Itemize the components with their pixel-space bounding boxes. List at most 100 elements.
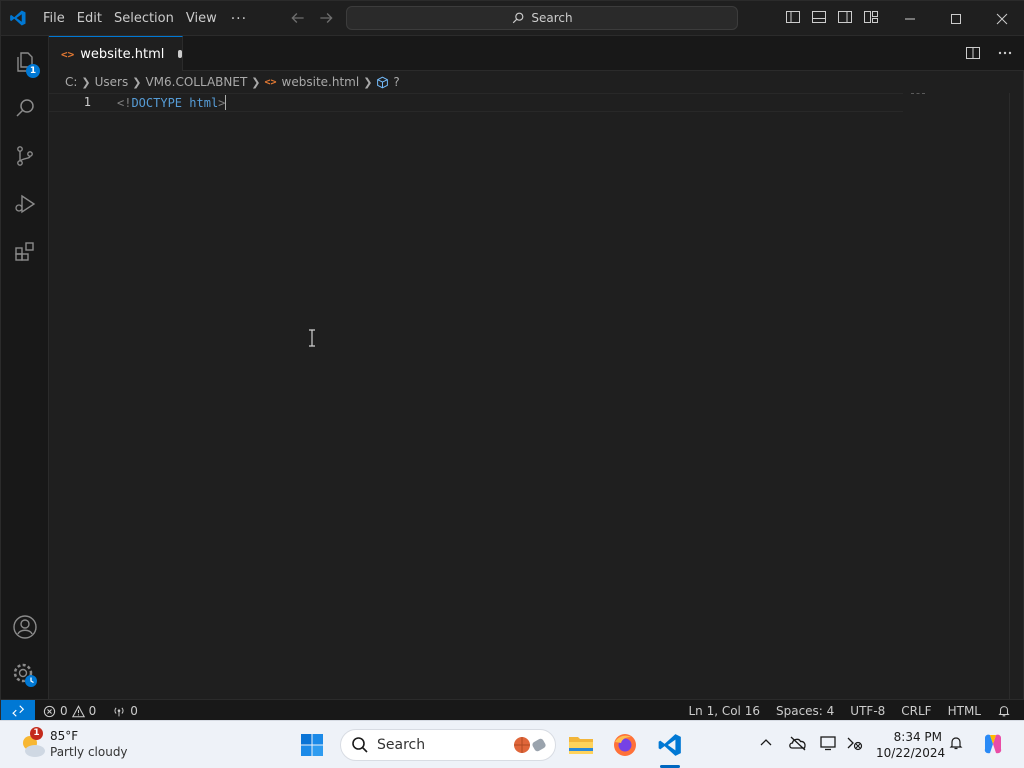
- chevron-up-icon: [760, 739, 772, 746]
- symbol-cube-icon: [377, 76, 389, 88]
- folder-icon: [569, 737, 593, 754]
- language-mode[interactable]: HTML: [948, 704, 981, 718]
- indentation[interactable]: Spaces: 4: [776, 704, 834, 718]
- toggle-secondary-sidebar-icon[interactable]: [837, 9, 853, 25]
- search-highlight-icon: [514, 737, 546, 753]
- extensions-icon: [15, 242, 34, 261]
- chevron-right-icon: ❯: [251, 75, 261, 89]
- vscode-logo-icon[interactable]: [9, 9, 27, 27]
- breadcrumb-drive[interactable]: C:: [65, 75, 77, 89]
- explorer-badge: 1: [26, 64, 40, 78]
- menu-bar: File Edit Selection View ···: [37, 1, 255, 36]
- warning-icon: [71, 704, 85, 717]
- end-of-line[interactable]: CRLF: [901, 704, 931, 718]
- more-actions-icon[interactable]: [997, 45, 1013, 61]
- code-content[interactable]: <!DOCTYPE html>: [117, 95, 227, 110]
- editor-tabs: <> website.html: [49, 36, 1024, 71]
- activity-explorer[interactable]: 1: [1, 38, 49, 86]
- code-token-doctype: DOCTYPE: [131, 96, 183, 110]
- back-arrow-icon[interactable]: [289, 9, 307, 27]
- taskbar-vscode[interactable]: [654, 729, 686, 761]
- minimap[interactable]: [911, 93, 925, 95]
- tray-display[interactable]: [819, 733, 839, 753]
- error-icon: [43, 705, 56, 717]
- tray-onedrive[interactable]: [788, 733, 808, 753]
- code-editor[interactable]: 1 <!DOCTYPE html>: [49, 93, 1011, 699]
- minimize-icon: [905, 18, 915, 19]
- clock-time: 8:34 PM: [893, 730, 942, 744]
- windows-start-icon[interactable]: [300, 733, 324, 757]
- activity-extensions[interactable]: [1, 228, 49, 276]
- menu-edit[interactable]: Edit: [71, 1, 108, 36]
- show-hidden-icons[interactable]: [756, 733, 776, 753]
- html-file-icon: <>: [264, 76, 277, 88]
- cursor-position[interactable]: Ln 1, Col 16: [688, 704, 760, 718]
- windows-taskbar: 1 85°F Partly cloudy Search 8:34 PM 10/2…: [0, 720, 1024, 768]
- editor-actions: [965, 45, 1013, 61]
- close-icon: [996, 13, 1008, 24]
- firefox-icon: [614, 734, 636, 756]
- system-clock[interactable]: 8:34 PM 10/22/2024: [876, 729, 945, 761]
- search-icon: [513, 12, 524, 24]
- taskbar-search[interactable]: Search: [340, 729, 556, 761]
- breadcrumb-symbol[interactable]: ?: [393, 75, 399, 89]
- close-button[interactable]: [979, 1, 1024, 36]
- code-line[interactable]: 1 <!DOCTYPE html>: [49, 93, 903, 112]
- command-center-search[interactable]: Search: [346, 6, 738, 30]
- encoding[interactable]: UTF-8: [850, 704, 885, 718]
- chevron-right-icon: ❯: [132, 75, 142, 89]
- menu-view[interactable]: View: [180, 1, 223, 36]
- minimize-button[interactable]: [887, 1, 933, 36]
- toggle-panel-icon[interactable]: [811, 9, 827, 25]
- tab-website-html[interactable]: <> website.html: [49, 36, 183, 71]
- toggle-primary-sidebar-icon[interactable]: [785, 9, 801, 25]
- menu-more-button[interactable]: ···: [223, 11, 255, 27]
- maximize-icon: [951, 13, 961, 24]
- vscode-icon: [658, 734, 681, 756]
- ports-broadcast-icon: [114, 706, 124, 716]
- html-file-icon: <>: [61, 47, 75, 61]
- error-count: 0: [60, 704, 68, 718]
- search-icon: [16, 99, 34, 117]
- text-cursor-ibeam-icon: [309, 329, 315, 347]
- source-control-icon: [17, 146, 33, 166]
- breadcrumb-file[interactable]: website.html: [282, 75, 360, 89]
- vertical-scrollbar[interactable]: [1009, 93, 1023, 699]
- problems-indicator[interactable]: 0 0 0: [43, 700, 138, 722]
- customize-layout-icon[interactable]: [863, 9, 879, 25]
- menu-selection[interactable]: Selection: [108, 1, 180, 36]
- breadcrumb-folder[interactable]: VM6.COLLABNET: [145, 75, 247, 89]
- taskbar-search-label: Search: [377, 737, 426, 753]
- line-number: 1: [83, 95, 91, 109]
- forward-arrow-icon[interactable]: [317, 9, 335, 27]
- layout-controls: [785, 9, 879, 25]
- title-bar: File Edit Selection View ··· Search: [1, 1, 1024, 36]
- warning-count: 0: [88, 704, 97, 718]
- copilot-icon: [984, 734, 1002, 754]
- unsaved-dot-icon[interactable]: [178, 50, 182, 58]
- split-editor-icon[interactable]: [965, 45, 981, 61]
- taskbar-firefox[interactable]: [609, 729, 641, 761]
- navigation-arrows: [289, 9, 335, 27]
- vscode-window: File Edit Selection View ··· Search 1 <>…: [0, 0, 1024, 722]
- activity-run-debug[interactable]: [1, 180, 49, 228]
- bell-icon[interactable]: [997, 704, 1011, 718]
- maximize-button[interactable]: [933, 1, 979, 36]
- gear-icon: [13, 663, 37, 687]
- activity-accounts[interactable]: [1, 603, 49, 651]
- activity-source-control[interactable]: [1, 132, 49, 180]
- activity-manage[interactable]: [1, 651, 49, 699]
- tray-copilot[interactable]: [980, 731, 1006, 757]
- remote-indicator[interactable]: [1, 700, 35, 722]
- taskbar-file-explorer[interactable]: [565, 729, 597, 761]
- remote-icon: [12, 705, 25, 717]
- onedrive-offline-icon: [789, 736, 806, 751]
- tray-network[interactable]: [845, 733, 865, 753]
- menu-file[interactable]: File: [37, 1, 71, 36]
- weather-widget[interactable]: 1 85°F Partly cloudy: [18, 727, 138, 763]
- tab-label: website.html: [80, 46, 165, 62]
- activity-search[interactable]: [1, 84, 49, 132]
- breadcrumb-users[interactable]: Users: [95, 75, 129, 89]
- weather-badge: 1: [30, 727, 43, 740]
- tray-notifications[interactable]: [946, 733, 966, 753]
